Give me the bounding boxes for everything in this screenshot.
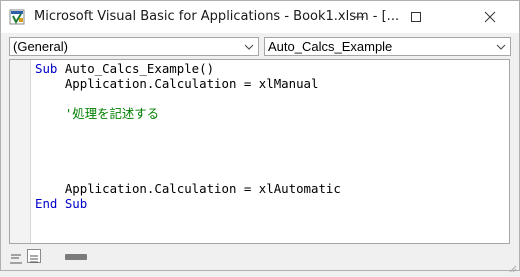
code-editor[interactable]: Sub Auto_Calcs_Example() Application.Cal… bbox=[9, 59, 510, 244]
full-module-view-button[interactable] bbox=[27, 249, 41, 263]
object-combo[interactable]: (General) bbox=[9, 37, 259, 56]
full-module-view-icon bbox=[30, 255, 38, 263]
vba-app-icon[interactable] bbox=[9, 9, 25, 25]
chevron-down-icon[interactable] bbox=[243, 38, 255, 55]
maximize-icon bbox=[411, 12, 421, 22]
object-combo-value: (General) bbox=[13, 39, 68, 54]
vba-editor-window: Microsoft Visual Basic for Applications … bbox=[0, 0, 520, 273]
procedure-combo-value: Auto_Calcs_Example bbox=[268, 39, 393, 54]
chevron-down-icon[interactable] bbox=[495, 38, 507, 55]
code-line[interactable] bbox=[35, 91, 341, 106]
bottom-bar bbox=[1, 244, 519, 273]
maximize-button[interactable] bbox=[393, 1, 439, 33]
code-line[interactable]: Application.Calculation = xlManual bbox=[35, 76, 341, 91]
code-line[interactable] bbox=[35, 151, 341, 166]
code-line[interactable]: Sub Auto_Calcs_Example() bbox=[35, 61, 341, 76]
code-text[interactable]: Sub Auto_Calcs_Example() Application.Cal… bbox=[35, 61, 341, 211]
code-token: Auto_Calcs_Example() bbox=[57, 61, 215, 76]
horizontal-scrollbar[interactable] bbox=[47, 248, 511, 266]
minimize-icon bbox=[354, 16, 364, 18]
keyword-token: End Sub bbox=[35, 196, 88, 211]
keyword-token: Sub bbox=[35, 61, 58, 76]
code-window-toolbar: (General) Auto_Calcs_Example bbox=[1, 33, 519, 59]
code-token: Application.Calculation = xlManual bbox=[35, 76, 319, 91]
code-line[interactable]: Application.Calculation = xlAutomatic bbox=[35, 181, 341, 196]
procedure-view-icon bbox=[10, 254, 22, 264]
procedure-combo[interactable]: Auto_Calcs_Example bbox=[264, 37, 511, 56]
margin-indicator-bar[interactable] bbox=[10, 60, 31, 243]
close-button[interactable] bbox=[467, 1, 513, 33]
procedure-view-button[interactable] bbox=[9, 249, 23, 264]
close-icon bbox=[484, 11, 496, 23]
minimize-button[interactable] bbox=[336, 1, 382, 33]
code-line[interactable]: End Sub bbox=[35, 196, 341, 211]
comment-token: '処理を記述する bbox=[35, 106, 160, 121]
title-bar[interactable]: Microsoft Visual Basic for Applications … bbox=[1, 1, 519, 33]
code-line[interactable] bbox=[35, 136, 341, 151]
code-line[interactable] bbox=[35, 166, 341, 181]
resize-grip-icon[interactable] bbox=[507, 258, 517, 273]
code-token: Application.Calculation = xlAutomatic bbox=[35, 181, 341, 196]
scrollbar-thumb[interactable] bbox=[65, 254, 87, 260]
code-line[interactable]: '処理を記述する bbox=[35, 106, 341, 121]
code-line[interactable] bbox=[35, 121, 341, 136]
